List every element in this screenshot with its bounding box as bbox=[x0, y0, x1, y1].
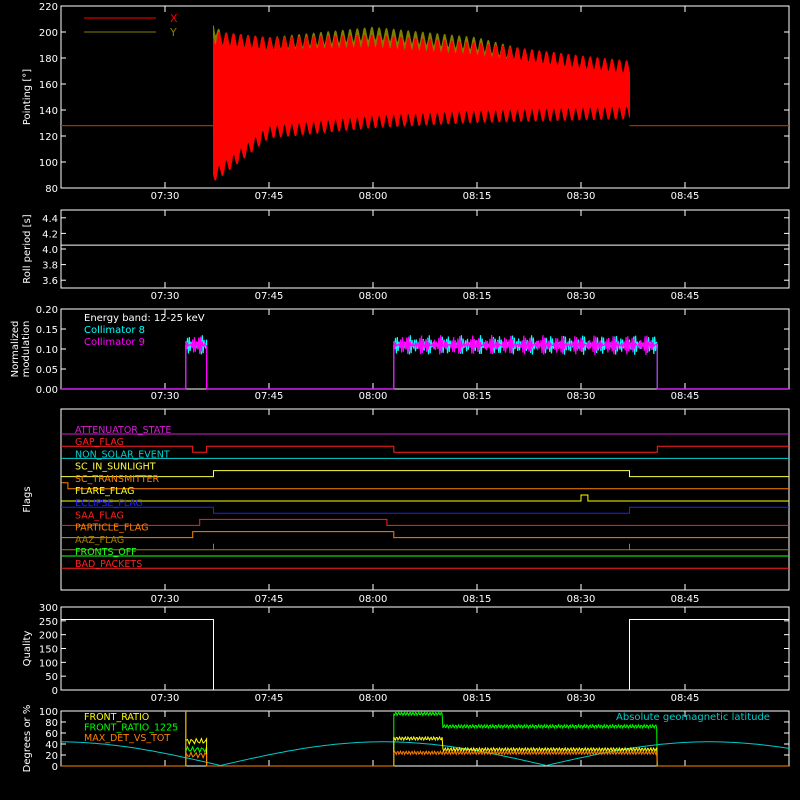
ytick-label: 0.05 bbox=[36, 365, 58, 376]
pointing-ylabel: Pointing [°] bbox=[22, 69, 33, 125]
ytick-label: 4.0 bbox=[42, 245, 58, 256]
xtick-label: 08:15 bbox=[463, 594, 492, 605]
ytick-label: 250 bbox=[39, 617, 58, 628]
quality-ylabel: Quality bbox=[22, 631, 33, 667]
flag-label: AAZ_FLAG bbox=[75, 535, 124, 546]
ytick-label: 0 bbox=[52, 762, 58, 773]
xtick-label: 07:45 bbox=[255, 594, 284, 605]
roll-ylabel: Roll period [s] bbox=[22, 214, 33, 283]
flag-label: ATTENUATOR_STATE bbox=[75, 425, 171, 436]
legend-label: Collimator 8 bbox=[84, 325, 145, 336]
flag-label: SC_IN_SUNLIGHT bbox=[75, 462, 156, 473]
ytick-label: 0.10 bbox=[36, 345, 58, 356]
ytick-label: 150 bbox=[39, 645, 58, 656]
legend-label: FRONT_RATIO_1225 bbox=[84, 723, 178, 734]
xtick-label: 07:45 bbox=[255, 391, 284, 402]
ytick-label: 200 bbox=[39, 28, 58, 39]
ytick-label: 220 bbox=[39, 2, 58, 13]
ytick-label: 3.8 bbox=[42, 261, 58, 272]
flag-label: FLARE_FLAG bbox=[75, 486, 135, 497]
ytick-label: 0 bbox=[52, 686, 58, 697]
flag-label: PARTICLE_FLAG bbox=[75, 523, 148, 534]
ytick-label: 0.15 bbox=[36, 325, 58, 336]
xtick-label: 08:45 bbox=[671, 191, 700, 202]
ytick-label: 180 bbox=[39, 54, 58, 65]
flag-label: FRONTS_OFF bbox=[75, 547, 137, 558]
xtick-label: 07:30 bbox=[151, 693, 180, 704]
xtick-label: 07:30 bbox=[151, 191, 180, 202]
ytick-label: 80 bbox=[45, 184, 58, 195]
xtick-label: 08:00 bbox=[359, 391, 388, 402]
ytick-label: 120 bbox=[39, 132, 58, 143]
ytick-label: 60 bbox=[45, 729, 58, 740]
xtick-label: 08:30 bbox=[567, 291, 596, 302]
xtick-label: 07:30 bbox=[151, 391, 180, 402]
flags-ylabel: Flags bbox=[22, 486, 33, 512]
xtick-label: 07:45 bbox=[255, 191, 284, 202]
xtick-label: 08:15 bbox=[463, 191, 492, 202]
ytick-label: 200 bbox=[39, 631, 58, 642]
xtick-label: 07:30 bbox=[151, 594, 180, 605]
ytick-label: 0.00 bbox=[36, 385, 58, 396]
ytick-label: 160 bbox=[39, 80, 58, 91]
xtick-label: 08:00 bbox=[359, 594, 388, 605]
flag-label: ECLIPSE_FLAG bbox=[75, 498, 143, 509]
xtick-label: 08:45 bbox=[671, 594, 700, 605]
energy-band-label: Energy band: 12-25 keV bbox=[84, 313, 205, 324]
xtick-label: 07:30 bbox=[151, 291, 180, 302]
ytick-label: 20 bbox=[45, 751, 58, 762]
ytick-label: 100 bbox=[39, 158, 58, 169]
flag-label: SAA_FLAG bbox=[75, 510, 124, 521]
legend-label: X bbox=[170, 12, 178, 25]
flag-label: BAD_PACKETS bbox=[75, 559, 142, 570]
ytick-label: 40 bbox=[45, 740, 58, 751]
ytick-label: 3.6 bbox=[42, 276, 58, 287]
xtick-label: 08:45 bbox=[671, 291, 700, 302]
xtick-label: 08:15 bbox=[463, 291, 492, 302]
flag-label: NON_SOLAR_EVENT bbox=[75, 449, 170, 460]
modulation-ylabel: Normalized bbox=[10, 321, 21, 378]
modulation-ylabel: modulation bbox=[21, 321, 32, 378]
geomag-legend-label: Absolute geomagnetic latitude bbox=[616, 712, 770, 723]
legend-label: Y bbox=[169, 26, 177, 39]
ytick-label: 300 bbox=[39, 603, 58, 614]
ytick-label: 140 bbox=[39, 106, 58, 117]
xtick-label: 08:30 bbox=[567, 391, 596, 402]
flag-label: GAP_FLAG bbox=[75, 437, 124, 448]
ytick-label: 100 bbox=[39, 658, 58, 669]
ytick-label: 0.20 bbox=[36, 305, 58, 316]
ytick-label: 100 bbox=[39, 707, 58, 718]
xtick-label: 07:45 bbox=[255, 291, 284, 302]
ytick-label: 4.4 bbox=[42, 214, 58, 225]
legend-label: Collimator 9 bbox=[84, 337, 145, 348]
ytick-label: 80 bbox=[45, 718, 58, 729]
xtick-label: 08:30 bbox=[567, 693, 596, 704]
xtick-label: 08:00 bbox=[359, 191, 388, 202]
ytick-label: 50 bbox=[45, 672, 58, 683]
xtick-label: 08:45 bbox=[671, 391, 700, 402]
xtick-label: 08:30 bbox=[567, 594, 596, 605]
xtick-label: 08:00 bbox=[359, 291, 388, 302]
xtick-label: 07:45 bbox=[255, 693, 284, 704]
xtick-label: 08:00 bbox=[359, 693, 388, 704]
flag-label: SC_TRANSMITTER bbox=[75, 474, 160, 485]
monitoring-chart: 8010012014016018020022007:30 07:45 08:00 08… bbox=[0, 0, 800, 800]
ytick-label: 4.2 bbox=[42, 229, 58, 240]
xtick-label: 08:15 bbox=[463, 391, 492, 402]
xtick-label: 08:15 bbox=[463, 693, 492, 704]
xtick-label: 08:30 bbox=[567, 191, 596, 202]
ratios-ylabel: Degrees or % bbox=[22, 705, 33, 773]
xtick-label: 08:45 bbox=[671, 693, 700, 704]
legend-label: MAX_DET_VS_TOT bbox=[84, 733, 170, 744]
legend-label: FRONT_RATIO bbox=[84, 712, 149, 723]
